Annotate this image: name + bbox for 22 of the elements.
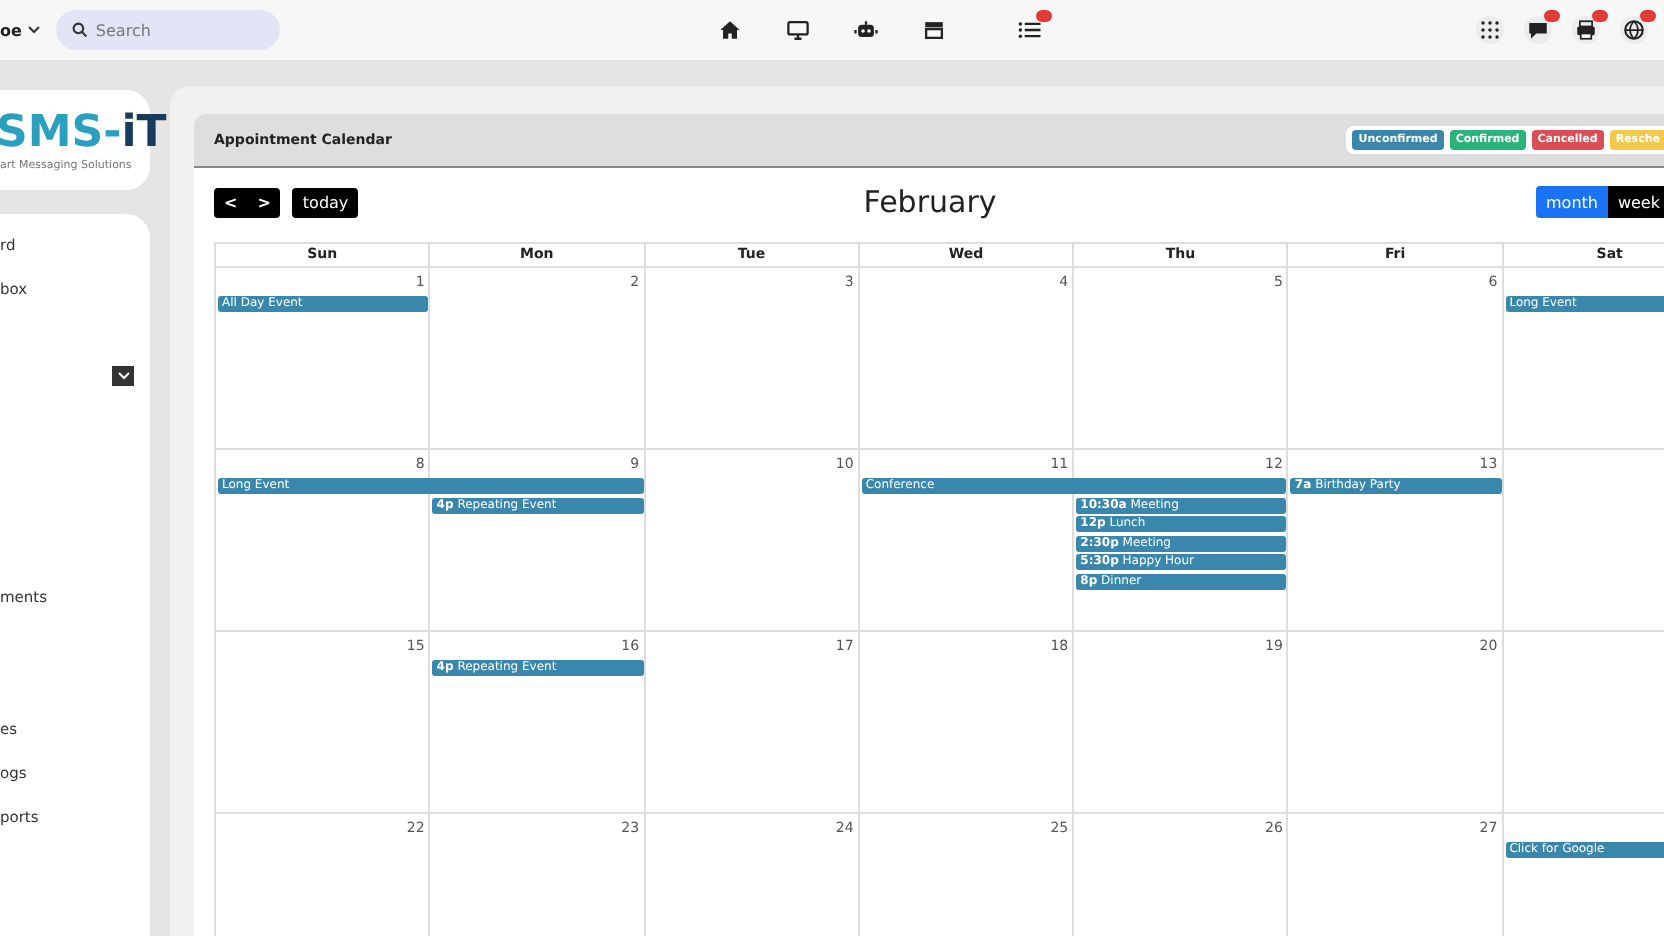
search-icon: [71, 22, 88, 38]
globe-icon[interactable]: [1620, 16, 1648, 44]
user-name[interactable]: oe: [0, 21, 22, 39]
notification-badge: [1544, 10, 1560, 22]
notification-badge: [1592, 10, 1608, 22]
search-field[interactable]: Search: [55, 10, 280, 50]
chevron-down-icon[interactable]: [27, 26, 40, 34]
dropdown-toggle[interactable]: [112, 366, 134, 386]
chevron-icon: [117, 372, 129, 380]
home-icon[interactable]: [715, 16, 744, 44]
next-button[interactable]: >: [257, 193, 271, 211]
view-tab[interactable]: week: [1607, 186, 1664, 218]
monitor-icon[interactable]: [783, 16, 812, 44]
today-button[interactable]: today: [292, 187, 359, 217]
previous-button[interactable]: <: [224, 193, 238, 211]
archive-box-icon[interactable]: [919, 16, 948, 44]
grid-menu-icon[interactable]: [1476, 16, 1504, 44]
view-tab[interactable]: month: [1536, 186, 1608, 218]
month-title: February: [863, 184, 997, 220]
notification-badge: [1640, 10, 1656, 22]
printer-icon[interactable]: [1572, 16, 1600, 44]
task-list-icon[interactable]: [1015, 16, 1044, 44]
